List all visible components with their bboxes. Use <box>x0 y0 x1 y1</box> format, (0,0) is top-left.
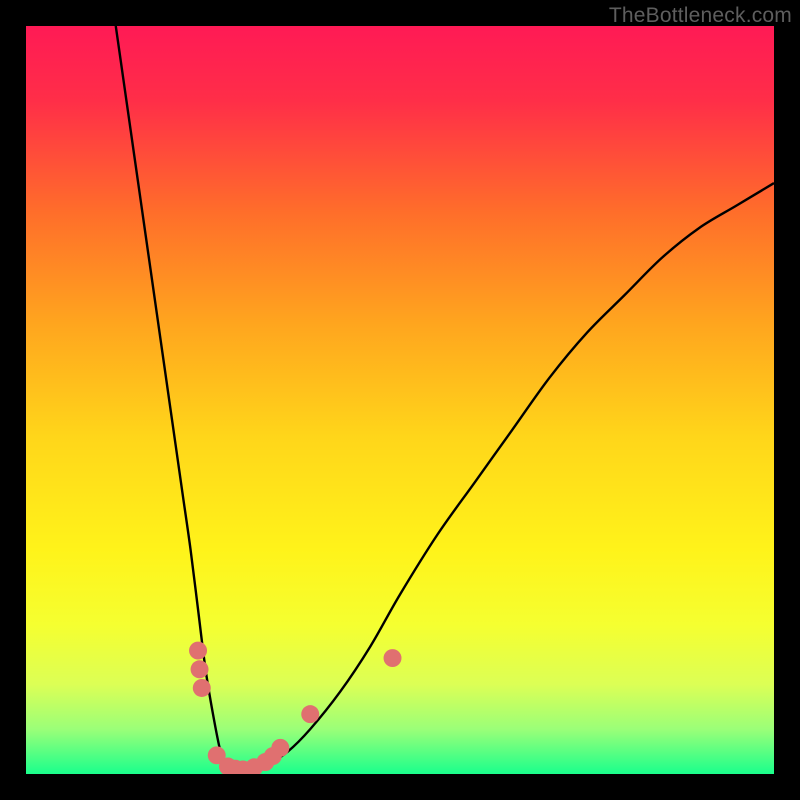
data-marker <box>189 642 207 660</box>
plot-area <box>26 26 774 774</box>
chart-svg <box>26 26 774 774</box>
data-marker <box>191 660 209 678</box>
watermark-text: TheBottleneck.com <box>609 4 792 28</box>
data-marker <box>384 649 402 667</box>
chart-frame: TheBottleneck.com <box>0 0 800 800</box>
data-marker <box>301 705 319 723</box>
data-marker <box>271 739 289 757</box>
data-marker <box>193 679 211 697</box>
